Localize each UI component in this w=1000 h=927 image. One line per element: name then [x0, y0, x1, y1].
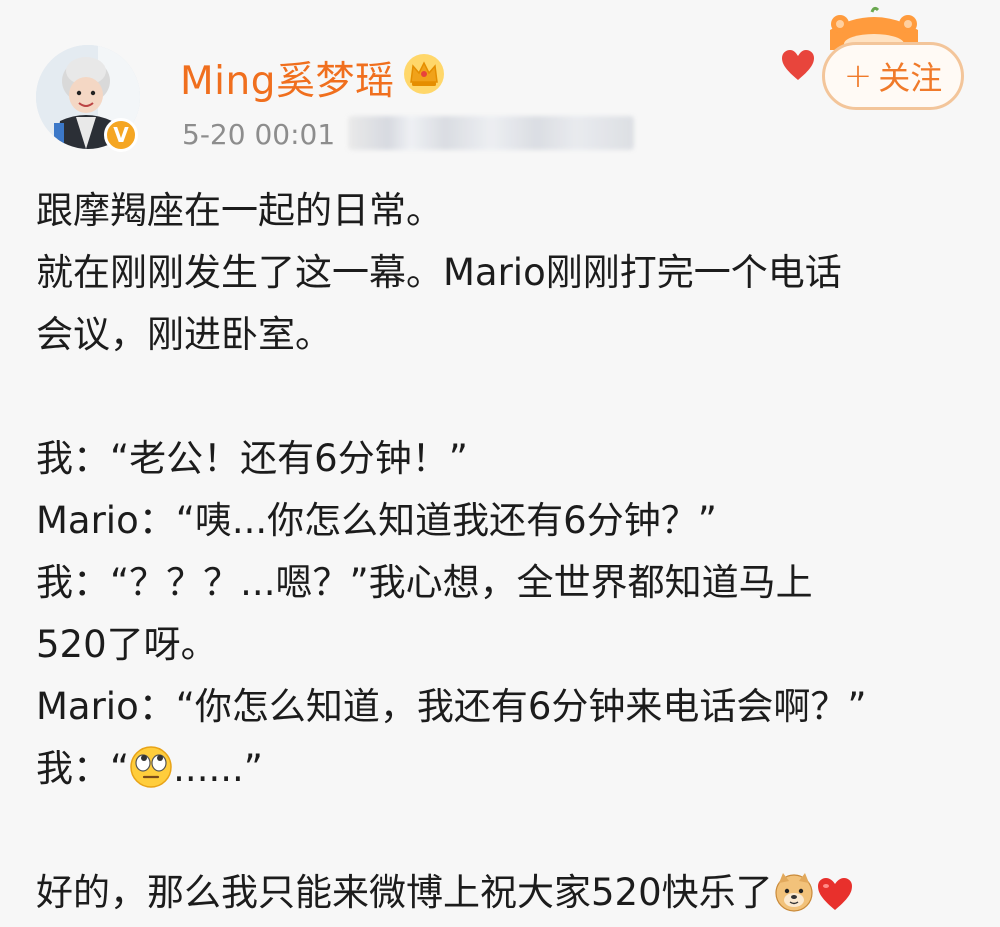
post-text-line: 我：“？？？...嗯？”我心想，全世界都知道马上 [36, 561, 813, 604]
red-heart-emoji [817, 878, 852, 910]
follow-button-label: 关注 [878, 59, 943, 97]
post-final-line: 好的，那么我只能来微博上祝大家520快乐了 [36, 862, 966, 924]
doge-emoji [775, 873, 813, 912]
line-suffix: ......” [173, 747, 263, 790]
verified-v-icon: V [104, 118, 138, 152]
final-line-text: 好的，那么我只能来微博上祝大家520快乐了 [36, 871, 773, 914]
follow-button[interactable]: + 关注 [822, 42, 964, 110]
blurred-source-info [348, 116, 634, 150]
post-text-line: Mario：“咦...你怎么知道我还有6分钟？” [36, 499, 717, 542]
post-text-line: 我：“老公！还有6分钟！” [36, 437, 468, 480]
weibo-post: V Ming奚梦瑶 5-20 00:01 + 关注 跟摩羯座在一起的日常。 就在… [0, 0, 1000, 927]
author-name[interactable]: Ming奚梦瑶 [180, 50, 394, 106]
post-text-line: 会议，刚进卧室。 [36, 313, 332, 356]
post-text-line: 520了呀。 [36, 623, 218, 666]
eye-roll-emoji [130, 746, 172, 788]
plus-icon: + [843, 56, 873, 96]
post-text-line-emoji: 我：“ ......” [36, 738, 966, 800]
post-text-line: 就在刚刚发生了这一幕。Mario刚刚打完一个电话 [36, 251, 842, 294]
post-content: 跟摩羯座在一起的日常。 就在刚刚发生了这一幕。Mario刚刚打完一个电话 会议，… [36, 180, 966, 924]
post-timestamp: 5-20 00:01 [182, 118, 336, 151]
post-text-line: Mario：“你怎么知道，我还有6分钟来电话会啊？” [36, 685, 867, 728]
post-text-line: 跟摩羯座在一起的日常。 [36, 189, 443, 232]
crown-icon[interactable] [402, 52, 446, 96]
line-prefix: 我：“ [36, 747, 130, 790]
heart-decoration-icon [782, 50, 814, 80]
